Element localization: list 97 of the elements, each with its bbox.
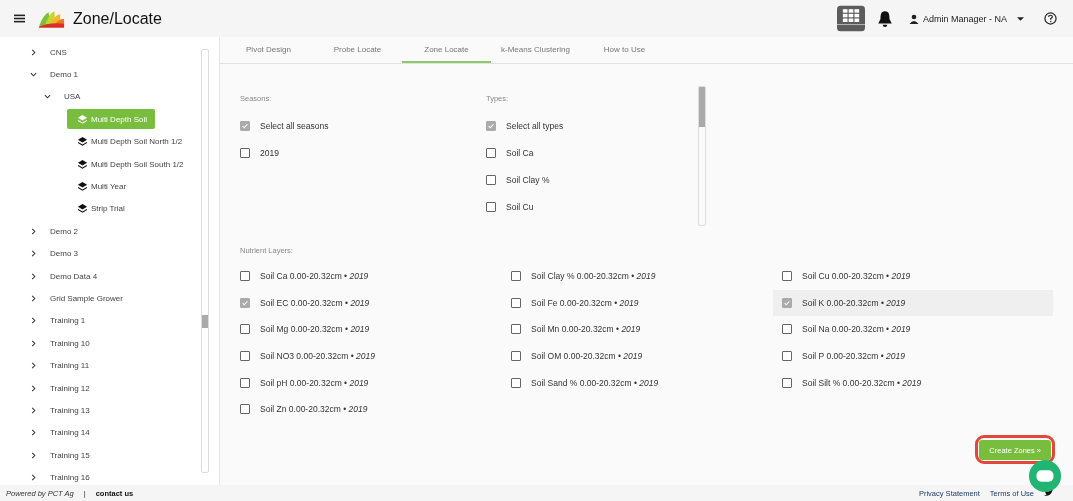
checkbox-label: Soil Clay % bbox=[506, 174, 550, 185]
chevron-icon[interactable] bbox=[30, 295, 37, 302]
checkbox[interactable] bbox=[511, 351, 521, 362]
tab[interactable]: k-Means Clustering bbox=[491, 37, 580, 63]
chevron-icon[interactable] bbox=[30, 317, 37, 325]
checkbox-label: Soil Ca 0.00-20.32cm • 2019 bbox=[260, 271, 369, 282]
checkbox-label: Soil Cu 0.00-20.32cm • 2019 bbox=[802, 271, 911, 282]
checkbox-label: Select all types bbox=[506, 120, 564, 131]
tree-item[interactable]: Training 11 bbox=[50, 361, 90, 371]
checkbox-label: 2019 bbox=[260, 147, 279, 158]
tab[interactable]: Pivot Design bbox=[224, 37, 313, 63]
tree-item[interactable]: Training 10 bbox=[50, 338, 90, 348]
checkbox[interactable] bbox=[782, 377, 792, 388]
chevron-icon[interactable] bbox=[30, 474, 37, 482]
checkbox-label: Soil Mg 0.00-20.32cm • 2019 bbox=[260, 324, 370, 335]
layers-icon bbox=[77, 181, 88, 193]
tree-item[interactable]: Training 13 bbox=[50, 405, 90, 415]
bird-icon[interactable] bbox=[1044, 489, 1053, 497]
chevron-icon[interactable] bbox=[30, 71, 37, 79]
chevron-icon[interactable] bbox=[30, 250, 37, 258]
checkbox[interactable] bbox=[240, 271, 250, 282]
checkbox[interactable] bbox=[511, 324, 521, 335]
checkbox[interactable] bbox=[511, 297, 521, 308]
checkbox[interactable] bbox=[782, 271, 792, 282]
tree-item[interactable]: Demo 3 bbox=[50, 249, 78, 259]
layers-icon bbox=[77, 136, 88, 148]
checkbox-label: Soil Na 0.00-20.32cm • 2019 bbox=[802, 324, 911, 335]
tree-item[interactable]: Demo 1 bbox=[50, 70, 78, 80]
app-title: Zone/Locate bbox=[73, 9, 162, 28]
chevron-icon[interactable] bbox=[30, 406, 37, 414]
tree-item[interactable]: CNS bbox=[50, 47, 67, 57]
tree-item[interactable]: Training 16 bbox=[50, 473, 90, 483]
chevron-icon[interactable] bbox=[30, 362, 37, 370]
tree-item[interactable]: Training 14 bbox=[50, 428, 90, 438]
tree-item[interactable]: Training 15 bbox=[50, 450, 90, 460]
menu-icon[interactable] bbox=[14, 14, 25, 23]
checkbox[interactable] bbox=[486, 201, 496, 212]
checkbox-label: Soil Fe 0.00-20.32cm • 2019 bbox=[531, 297, 639, 308]
tab[interactable]: How to Use bbox=[580, 37, 669, 63]
bell-icon[interactable] bbox=[876, 9, 893, 28]
checkbox-label: Soil P 0.00-20.32cm • 2019 bbox=[802, 351, 905, 362]
chevron-icon[interactable] bbox=[30, 272, 37, 280]
checkbox[interactable] bbox=[486, 147, 496, 158]
checkbox-label: Soil Clay % 0.00-20.32cm • 2019 bbox=[531, 271, 656, 282]
checkbox[interactable] bbox=[511, 377, 521, 388]
tree-item[interactable]: USA bbox=[64, 92, 81, 102]
checkbox-label: Soil OM 0.00-20.32cm • 2019 bbox=[531, 351, 643, 362]
tree-item[interactable]: Multi Year bbox=[67, 176, 135, 197]
layers-icon bbox=[77, 203, 88, 215]
person-icon bbox=[908, 13, 919, 24]
help-icon[interactable] bbox=[1044, 12, 1057, 25]
tab[interactable]: Probe Locate bbox=[313, 37, 402, 63]
tree-item[interactable]: Multi Depth Soil North 1/2 bbox=[67, 131, 191, 152]
checkbox[interactable] bbox=[782, 351, 792, 362]
checkbox-label: Soil K 0.00-20.32cm • 2019 bbox=[802, 297, 906, 308]
checkbox[interactable] bbox=[240, 324, 250, 335]
checkbox-label: Soil Cu bbox=[506, 201, 534, 212]
tab[interactable]: Zone Locate bbox=[402, 37, 491, 63]
checkbox[interactable] bbox=[486, 174, 496, 185]
checkbox-label: Soil Ca bbox=[506, 147, 534, 158]
checkbox[interactable] bbox=[782, 324, 792, 335]
checkbox[interactable] bbox=[240, 297, 250, 308]
checkbox[interactable] bbox=[511, 271, 521, 282]
checkbox-label: Soil Zn 0.00-20.32cm • 2019 bbox=[260, 404, 368, 415]
checkbox-label: Soil Mn 0.00-20.32cm • 2019 bbox=[531, 324, 641, 335]
checkbox-label: Soil Sand % 0.00-20.32cm • 2019 bbox=[531, 377, 659, 388]
chevron-icon[interactable] bbox=[30, 429, 37, 437]
chevron-icon[interactable] bbox=[30, 48, 37, 56]
checkbox[interactable] bbox=[240, 147, 250, 158]
scrollbar[interactable] bbox=[698, 86, 706, 226]
checkbox-label: Soil NO3 0.00-20.32cm • 2019 bbox=[260, 351, 375, 362]
apps-grid-icon[interactable] bbox=[836, 5, 865, 32]
tree-item[interactable]: Training 12 bbox=[50, 383, 90, 393]
chevron-icon[interactable] bbox=[30, 451, 37, 459]
checkbox[interactable] bbox=[782, 297, 792, 308]
tree-item[interactable]: Grid Sample Grower bbox=[50, 294, 123, 303]
caret-icon bbox=[1017, 16, 1024, 21]
chevron-icon[interactable] bbox=[44, 93, 51, 101]
checkbox-label: Soil Silt % 0.00-20.32cm • 2019 bbox=[802, 377, 922, 388]
tree-item[interactable]: Strip Trial bbox=[67, 198, 133, 219]
layers-icon bbox=[77, 158, 88, 170]
user-menu[interactable]: Admin Manager - NA bbox=[908, 13, 1024, 24]
tree-item[interactable]: Training 1 bbox=[50, 316, 86, 326]
chevron-icon[interactable] bbox=[30, 227, 37, 235]
tree-item[interactable]: Demo Data 4 bbox=[50, 271, 98, 281]
checkbox-label: Soil pH 0.00-20.32cm • 2019 bbox=[260, 377, 369, 388]
chevron-icon[interactable] bbox=[30, 339, 37, 347]
checkbox-label: Select all seasons bbox=[260, 120, 329, 131]
checkbox[interactable] bbox=[240, 404, 250, 415]
checkbox[interactable] bbox=[240, 377, 250, 388]
tree-item[interactable]: Multi Depth Soil South 1/2 bbox=[67, 154, 192, 175]
scrollbar[interactable] bbox=[201, 49, 209, 473]
layers-icon bbox=[77, 113, 88, 125]
chevron-icon[interactable] bbox=[30, 384, 37, 392]
checkbox[interactable] bbox=[240, 351, 250, 362]
tree-item[interactable]: Demo 2 bbox=[50, 226, 78, 236]
checkbox-label: Soil EC 0.00-20.32cm • 2019 bbox=[260, 297, 370, 308]
